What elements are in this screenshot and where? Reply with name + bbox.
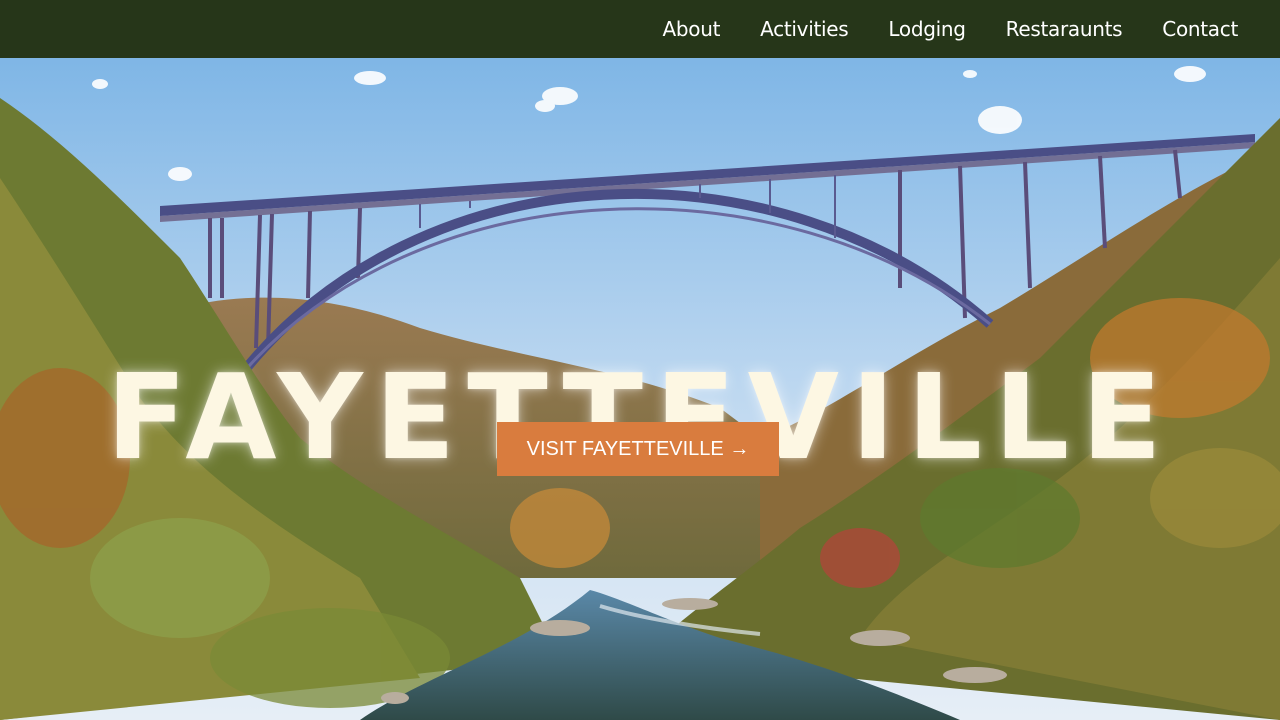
nav-link-restaurants[interactable]: Restaraunts [1006,17,1123,41]
nav-link-contact[interactable]: Contact [1162,17,1238,41]
nav-link-activities[interactable]: Activities [760,17,849,41]
top-navbar: About Activities Lodging Restaraunts Con… [0,0,1280,58]
nav-link-lodging[interactable]: Lodging [888,17,966,41]
nav-link-about[interactable]: About [663,17,721,41]
visit-fayetteville-button[interactable]: VISIT FAYETTEVILLE → [497,422,779,476]
hero-section: FAYETTEVILLE VISIT FAYETTEVILLE → [0,58,1280,720]
